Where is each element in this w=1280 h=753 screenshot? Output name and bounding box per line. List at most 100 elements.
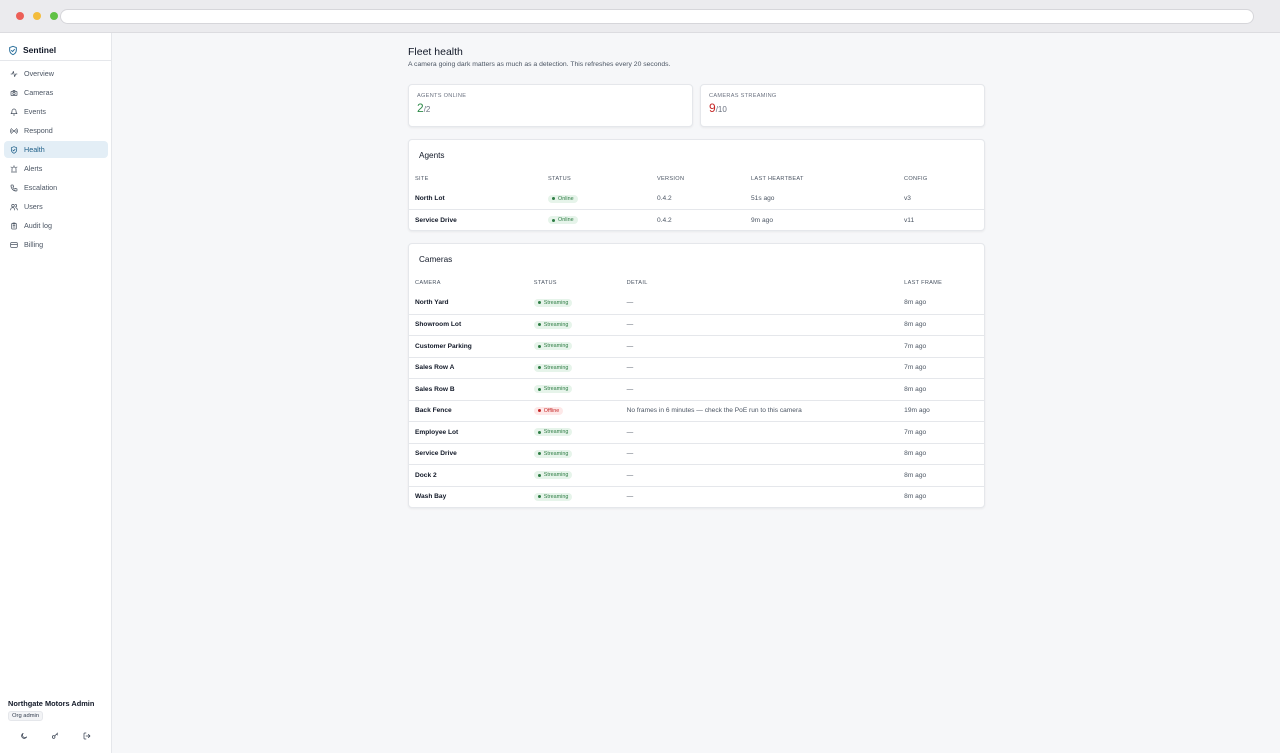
cameras-streaming-count: 9 <box>709 101 716 115</box>
table-row: Back Fence Offline No frames in 6 minutes … <box>409 399 984 422</box>
agent-version: 0.4.2 <box>657 216 672 224</box>
status-badge: Streaming <box>533 492 573 501</box>
table-row: Dock 2 Streaming — 8m ago <box>409 464 984 486</box>
table-row: Service Drive Online 0.4.2 9m ago v11 <box>409 209 984 230</box>
shield-icon <box>10 145 18 154</box>
status-badge: Streaming <box>533 363 573 372</box>
siren-icon <box>10 164 18 172</box>
sidebar-item-users[interactable]: Users <box>4 198 108 215</box>
agent-site: Service Drive <box>415 216 457 224</box>
camera-name: North Yard <box>415 299 449 307</box>
column-header: Last frame <box>904 279 943 286</box>
camera-name: Wash Bay <box>415 493 447 501</box>
camera-detail: — <box>626 364 634 372</box>
window-minimize-button[interactable] <box>33 12 41 20</box>
column-header: Last heartbeat <box>751 175 804 182</box>
column-header: Camera <box>415 279 441 286</box>
sidebar-item-escalation[interactable]: Escalation <box>4 179 108 196</box>
table-row: Wash Bay Streaming — 8m ago <box>409 485 984 508</box>
main-content: Fleet health A camera going dark matters… <box>408 45 985 508</box>
sidebar-item-label: Billing <box>24 240 44 249</box>
agents-panel: Agents Site Status Version Last heartbea… <box>408 139 985 231</box>
clipboard-icon <box>11 222 17 229</box>
role-badge: Org admin <box>8 711 44 721</box>
shield-check-icon <box>9 45 17 55</box>
user-name: Northgate Motors Admin <box>8 699 95 708</box>
status-badge: Streaming <box>533 449 573 458</box>
stat-label: Agents online <box>417 93 467 99</box>
camera-name: Dock 2 <box>415 471 437 479</box>
camera-last-frame: 8m ago <box>904 321 927 329</box>
camera-name: Service Drive <box>415 450 457 458</box>
column-header: Version <box>657 175 685 182</box>
camera-detail: — <box>626 342 634 350</box>
status-badge: Streaming <box>533 385 573 394</box>
column-header: Status <box>548 175 572 182</box>
camera-name: Employee Lot <box>415 428 459 436</box>
sidebar-item-label: Overview <box>24 69 54 78</box>
stats-row: Agents online 2/2 Cameras streaming 9/10 <box>408 84 985 127</box>
bell-icon <box>10 108 18 115</box>
camera-last-frame: 8m ago <box>904 299 927 307</box>
sidebar-item-overview[interactable]: Overview <box>4 65 108 82</box>
sidebar-item-label: Events <box>24 107 46 116</box>
agents-table-body: North Lot Online 0.4.2 51s ago v3 Service Dri… <box>409 188 984 230</box>
camera-last-frame: 8m ago <box>904 450 927 458</box>
agent-heartbeat: 51s ago <box>751 195 775 202</box>
camera-name: Customer Parking <box>415 342 472 350</box>
table-row: Sales Row A Streaming — 7m ago <box>409 356 984 379</box>
table-row: Showroom Lot Streaming — 8m ago <box>409 313 984 336</box>
sidebar: Sentinel Overview Cameras Events Respond Hea… <box>0 33 112 753</box>
camera-last-frame: 8m ago <box>904 471 927 479</box>
cameras-streaming-card: Cameras streaming 9/10 <box>700 84 985 127</box>
camera-icon <box>10 89 18 96</box>
window-close-button[interactable] <box>16 12 24 20</box>
status-badge: Streaming <box>533 298 573 307</box>
camera-name: Back Fence <box>415 407 452 415</box>
sidebar-item-respond[interactable]: Respond <box>4 122 108 139</box>
logout-button[interactable] <box>80 729 94 743</box>
address-bar[interactable] <box>60 9 1254 24</box>
page-title: Fleet health <box>408 46 463 58</box>
sidebar-item-cameras[interactable]: Cameras <box>4 84 108 101</box>
page-subtitle: A camera going dark matters as much as a… <box>408 61 671 68</box>
credit-card-icon <box>10 241 18 248</box>
camera-name: Showroom Lot <box>415 321 462 329</box>
camera-last-frame: 8m ago <box>904 385 927 393</box>
sidebar-footer: Northgate Motors Admin Org admin <box>0 699 111 753</box>
agents-total: /2 <box>423 105 431 114</box>
camera-last-frame: 7m ago <box>904 342 927 350</box>
agents-online-count: 2 <box>417 101 424 115</box>
status-badge: Streaming <box>533 342 573 351</box>
camera-last-frame: 7m ago <box>904 364 927 372</box>
column-header: Config <box>904 175 928 182</box>
sidebar-item-events[interactable]: Events <box>4 103 108 120</box>
table-row: Employee Lot Streaming — 7m ago <box>409 421 984 443</box>
divider <box>0 60 111 61</box>
api-keys-button[interactable] <box>48 729 62 743</box>
theme-toggle-button[interactable] <box>17 729 31 743</box>
sidebar-item-alerts[interactable]: Alerts <box>4 160 108 177</box>
moon-icon <box>21 732 27 739</box>
table-row: Service Drive Streaming — 8m ago <box>409 442 984 465</box>
sidebar-item-health[interactable]: Health <box>4 141 108 158</box>
sidebar-item-label: Users <box>24 202 43 211</box>
sidebar-item-audit-log[interactable]: Audit log <box>4 217 108 234</box>
users-icon <box>10 203 18 210</box>
stat-label: Cameras streaming <box>709 93 777 99</box>
column-header: Detail <box>626 279 648 286</box>
status-badge: Streaming <box>533 428 573 437</box>
agent-heartbeat: 9m ago <box>751 216 773 224</box>
column-header: Status <box>533 279 557 286</box>
panel-title: Agents <box>419 151 445 160</box>
brand-name: Sentinel <box>23 45 57 55</box>
camera-detail: — <box>626 299 634 307</box>
table-row: Sales Row B Streaming — 8m ago <box>409 378 984 400</box>
logout-icon <box>83 732 91 740</box>
sidebar-item-billing[interactable]: Billing <box>4 236 108 253</box>
column-header: Site <box>415 175 429 182</box>
panel-title: Cameras <box>419 255 453 264</box>
brand[interactable]: Sentinel <box>8 42 56 58</box>
window-maximize-button[interactable] <box>50 12 58 20</box>
camera-detail: No frames in 6 minutes — check the PoE r… <box>626 407 802 415</box>
